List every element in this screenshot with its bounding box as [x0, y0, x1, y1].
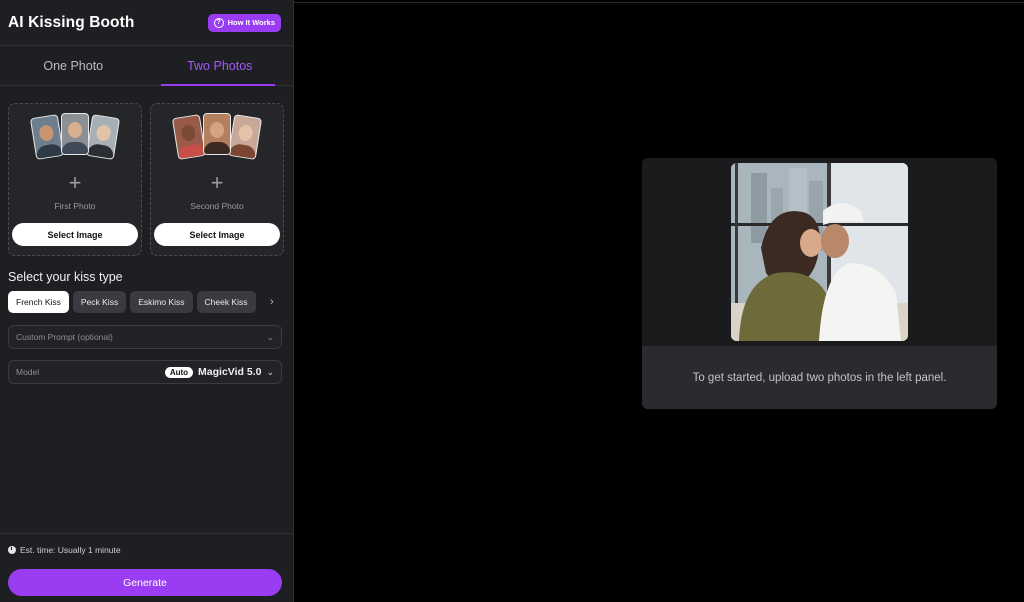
model-select[interactable]: Model Auto MagicVid 5.0 ⌄	[8, 360, 282, 384]
upload-area: + First Photo Select Image + Second Phot…	[0, 86, 293, 256]
sample-faces-male	[29, 113, 121, 162]
model-label: Model	[16, 367, 40, 377]
question-icon: ?	[213, 17, 224, 28]
kiss-option-eskimo[interactable]: Eskimo Kiss	[130, 291, 193, 313]
chevron-right-icon[interactable]: ›	[270, 296, 274, 308]
sample-face-thumb	[171, 114, 207, 160]
select-first-image-button[interactable]: Select Image	[12, 223, 138, 246]
plus-icon: +	[68, 170, 82, 195]
kiss-option-peck[interactable]: Peck Kiss	[72, 291, 127, 313]
sample-face-thumb	[227, 114, 263, 160]
tab-two-photos[interactable]: Two Photos	[147, 46, 294, 86]
plus-icon: +	[210, 170, 224, 195]
panel-header: AI Kissing Booth ? How It Works	[0, 0, 293, 46]
estimated-time: Est. time: Usually 1 minute	[8, 545, 121, 555]
first-photo-dropzone[interactable]: + First Photo Select Image	[8, 103, 142, 256]
custom-prompt-placeholder: Custom Prompt (optional)	[16, 332, 113, 342]
clock-icon	[8, 546, 16, 554]
select-second-image-button[interactable]: Select Image	[154, 223, 280, 246]
sample-face-thumb	[203, 113, 231, 155]
chevron-down-icon: ⌄	[266, 366, 274, 377]
model-value: MagicVid 5.0	[198, 366, 262, 378]
sample-faces-female	[171, 113, 263, 162]
how-it-works-button[interactable]: ? How It Works	[207, 13, 281, 32]
first-photo-label: First Photo	[54, 201, 96, 211]
example-kiss-image	[731, 163, 908, 341]
sample-face-thumb	[61, 113, 89, 155]
photo-mode-tabs: One Photo Two Photos	[0, 46, 293, 86]
generate-button[interactable]: Generate	[8, 569, 282, 596]
second-photo-label: Second Photo	[190, 201, 244, 211]
estimated-time-text: Est. time: Usually 1 minute	[20, 545, 121, 555]
left-panel: AI Kissing Booth ? How It Works One Phot…	[0, 0, 294, 602]
kiss-option-french[interactable]: French Kiss	[8, 291, 69, 313]
auto-badge: Auto	[164, 366, 194, 378]
kiss-type-title: Select your kiss type	[8, 270, 123, 284]
sample-face-thumb	[85, 114, 121, 160]
app-title: AI Kissing Booth	[8, 13, 135, 31]
chevron-down-icon: ⌄	[266, 331, 274, 342]
preview-message: To get started, upload two photos in the…	[642, 346, 997, 409]
how-it-works-label: How It Works	[227, 18, 275, 27]
top-divider	[294, 2, 1024, 3]
preview-card: To get started, upload two photos in the…	[642, 158, 997, 409]
sample-face-thumb	[29, 114, 65, 160]
custom-prompt-field[interactable]: Custom Prompt (optional) ⌄	[8, 325, 282, 349]
kiss-type-options: French Kiss Peck Kiss Eskimo Kiss Cheek …	[8, 291, 256, 313]
footer-divider	[0, 533, 293, 534]
second-photo-dropzone[interactable]: + Second Photo Select Image	[150, 103, 284, 256]
kiss-option-cheek[interactable]: Cheek Kiss	[196, 291, 256, 313]
tab-one-photo[interactable]: One Photo	[0, 46, 147, 85]
